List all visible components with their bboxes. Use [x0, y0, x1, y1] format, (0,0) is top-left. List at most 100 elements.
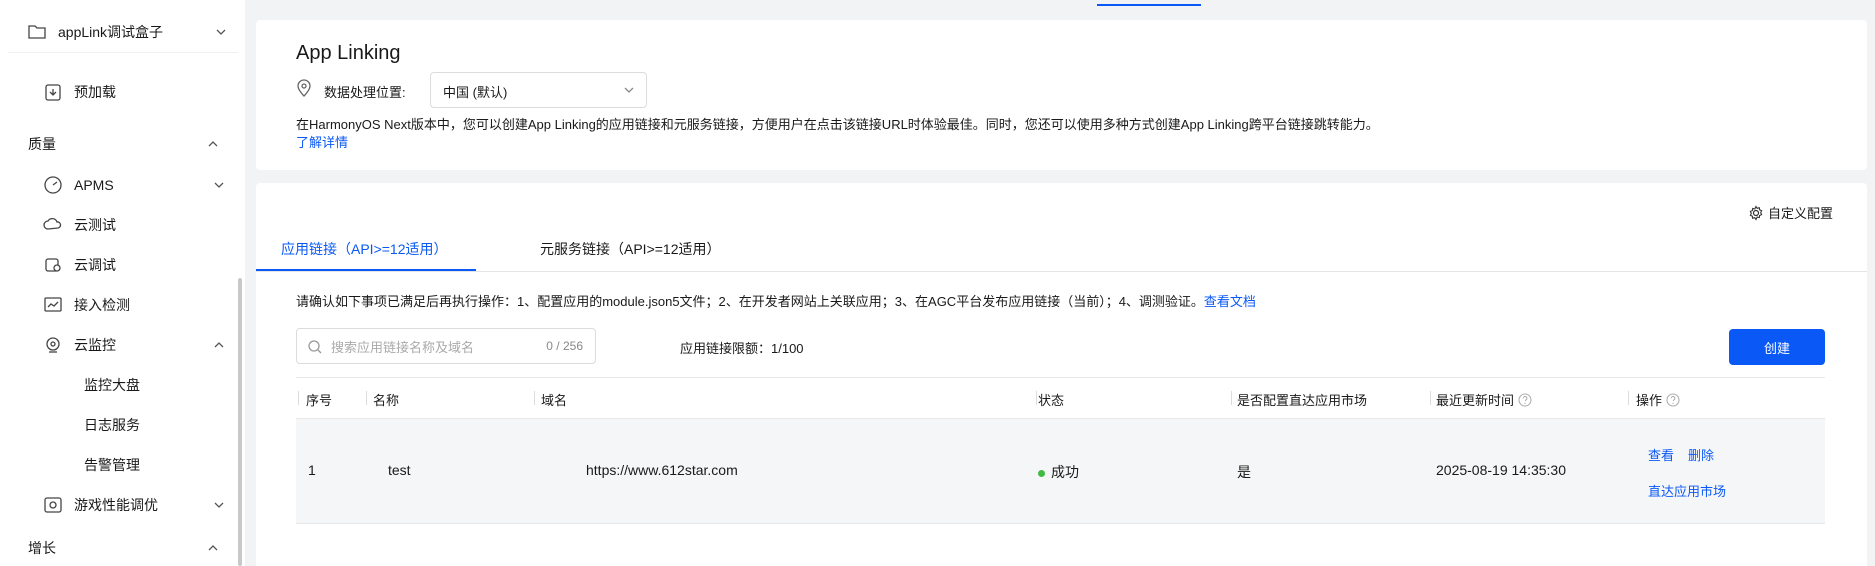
view-docs-link[interactable]: 查看文档: [1204, 294, 1256, 309]
folder-icon: [26, 21, 48, 43]
search-icon: [307, 339, 323, 355]
link-type-tabs: 应用链接（API>=12适用） 元服务链接（API>=12适用）: [256, 225, 1867, 272]
cell-updated: 2025-08-19 14:35:30: [1436, 462, 1566, 478]
chart-check-icon: [42, 294, 64, 316]
top-nav-indicator: [1097, 4, 1201, 6]
table-header: 序号 名称 域名 状态 是否配置直达应用市场 最近更新时间 操作: [296, 377, 1825, 419]
column-divider: [366, 391, 367, 405]
sidebar-item-label: 日志服务: [84, 417, 140, 433]
sidebar-item-label: 游戏性能调优: [74, 497, 158, 513]
gear-icon: [1748, 204, 1764, 221]
sidebar-item-cloud-test[interactable]: 云测试: [42, 210, 116, 240]
location-select[interactable]: 中国 (默认): [430, 72, 647, 108]
project-selector[interactable]: appLink调试盒子: [26, 17, 163, 47]
chevron-down-icon[interactable]: [212, 498, 226, 512]
project-name: appLink调试盒子: [58, 24, 164, 40]
cloud-debug-icon: [42, 254, 64, 276]
chevron-down-icon[interactable]: [212, 178, 226, 192]
header-card: App Linking 数据处理位置: 中国 (默认) 在HarmonyOS N…: [256, 20, 1867, 170]
tab-atomic-service-links[interactable]: 元服务链接（API>=12适用）: [540, 239, 721, 259]
column-divider: [1430, 391, 1431, 405]
sidebar-item-label: 云测试: [74, 217, 116, 233]
notice-text: 请确认如下事项已满足后再执行操作：1、配置应用的module.json5文件；2…: [296, 294, 1204, 309]
delete-link[interactable]: 删除: [1688, 445, 1714, 464]
column-header-domain: 域名: [541, 393, 568, 408]
view-link[interactable]: 查看: [1648, 445, 1674, 464]
game-perf-icon: [42, 494, 64, 516]
sidebar-scrollbar[interactable]: [238, 278, 242, 566]
column-header-market: 是否配置直达应用市场: [1237, 393, 1368, 408]
search-box[interactable]: 0 / 256: [296, 328, 596, 364]
sidebar-item-label: 告警管理: [84, 457, 140, 473]
status-text: 成功: [1051, 464, 1079, 480]
sidebar-item-monitor-dashboard[interactable]: 监控大盘: [84, 370, 140, 400]
chevron-up-icon[interactable]: [206, 137, 220, 151]
column-divider: [1231, 391, 1232, 405]
sidebar-group-growth[interactable]: 增长: [28, 533, 56, 563]
search-input[interactable]: [331, 337, 541, 357]
sidebar-item-game-perf[interactable]: 游戏性能调优: [42, 490, 158, 520]
sidebar-item-label: 接入检测: [74, 297, 130, 313]
prerequisite-notice: 请确认如下事项已满足后再执行操作：1、配置应用的module.json5文件；2…: [296, 291, 1256, 310]
column-header-index: 序号: [306, 393, 333, 408]
column-header-actions: 操作: [1636, 390, 1680, 409]
sidebar-item-log-service[interactable]: 日志服务: [84, 410, 140, 440]
page-description: 在HarmonyOS Next版本中，您可以创建App Linking的应用链接…: [296, 117, 1379, 132]
column-divider: [534, 391, 535, 405]
cell-domain: https://www.612star.com: [586, 462, 738, 478]
column-header-actions-label: 操作: [1636, 393, 1663, 408]
help-icon[interactable]: [1666, 393, 1680, 407]
chevron-down-icon[interactable]: [214, 25, 228, 39]
column-header-updated-label: 最近更新时间: [1436, 393, 1515, 408]
direct-to-market-link[interactable]: 直达应用市场: [1648, 481, 1726, 500]
sidebar-item-label: 预加载: [74, 84, 116, 100]
create-button[interactable]: 创建: [1729, 329, 1825, 365]
status-success-dot: [1038, 469, 1045, 477]
sidebar-item-preload[interactable]: 预加载: [42, 77, 116, 107]
chevron-up-icon[interactable]: [212, 338, 226, 352]
cell-name: test: [388, 462, 411, 478]
cell-market: 是: [1237, 464, 1251, 480]
column-divider: [1036, 391, 1037, 405]
search-char-count: 0 / 256: [546, 339, 583, 353]
sidebar: appLink调试盒子 预加载 质量 APMS 云测试 云调试 接入检测 云监控…: [0, 0, 245, 566]
sidebar-group-label: 增长: [28, 540, 56, 556]
monitor-icon: [42, 334, 64, 356]
cloud-test-icon: [42, 214, 64, 236]
table-row: 1 test https://www.612star.com 成功 是 2025…: [296, 419, 1825, 524]
sidebar-group-quality[interactable]: 质量: [28, 129, 56, 159]
cell-status: 成功: [1038, 462, 1079, 482]
help-icon[interactable]: [1518, 393, 1532, 407]
column-header-status: 状态: [1038, 393, 1065, 408]
chevron-down-icon: [622, 83, 636, 97]
learn-more-link[interactable]: 了解详情: [296, 132, 348, 151]
cell-index: 1: [308, 462, 316, 478]
location-pin-icon: [296, 79, 314, 97]
link-quota: 应用链接限额：1/100: [680, 341, 804, 356]
links-table: 序号 名称 域名 状态 是否配置直达应用市场 最近更新时间 操作 1 test …: [296, 377, 1825, 524]
preload-icon: [42, 81, 64, 103]
sidebar-item-label: 云调试: [74, 257, 116, 273]
main-card: 自定义配置 应用链接（API>=12适用） 元服务链接（API>=12适用） 请…: [256, 183, 1867, 566]
tab-app-links[interactable]: 应用链接（API>=12适用）: [281, 239, 448, 259]
chevron-up-icon[interactable]: [206, 541, 220, 555]
sidebar-item-alert-management[interactable]: 告警管理: [84, 450, 140, 480]
location-select-value: 中国 (默认): [443, 85, 508, 100]
divider: [8, 52, 238, 53]
sidebar-item-access-check[interactable]: 接入检测: [42, 290, 130, 320]
column-divider: [298, 391, 299, 405]
sidebar-item-cloud-monitor[interactable]: 云监控: [42, 330, 116, 360]
column-header-name: 名称: [373, 393, 400, 408]
column-header-updated: 最近更新时间: [1436, 390, 1532, 409]
sidebar-item-apms[interactable]: APMS: [42, 170, 114, 200]
custom-config-button[interactable]: 自定义配置: [1748, 203, 1833, 222]
sidebar-group-label: 质量: [28, 136, 56, 152]
location-label: 数据处理位置:: [324, 85, 406, 100]
dashboard-gauge-icon: [42, 174, 64, 196]
custom-config-label: 自定义配置: [1767, 206, 1833, 221]
page-title: App Linking: [296, 42, 401, 64]
active-tab-indicator: [256, 269, 476, 271]
column-divider: [1628, 391, 1629, 405]
sidebar-item-label: APMS: [74, 177, 114, 193]
sidebar-item-cloud-debug[interactable]: 云调试: [42, 250, 116, 280]
